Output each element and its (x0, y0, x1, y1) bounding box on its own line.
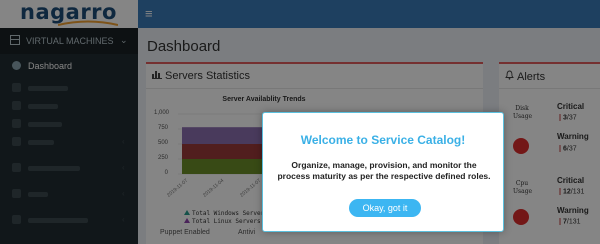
welcome-modal: Welcome to Service Catalog! Organize, ma… (262, 112, 504, 232)
modal-title: Welcome to Service Catalog! (300, 133, 466, 147)
okay-got-it-button[interactable]: Okay, got it (349, 199, 421, 217)
modal-body: Organize, manage, provision, and monitor… (277, 160, 491, 181)
